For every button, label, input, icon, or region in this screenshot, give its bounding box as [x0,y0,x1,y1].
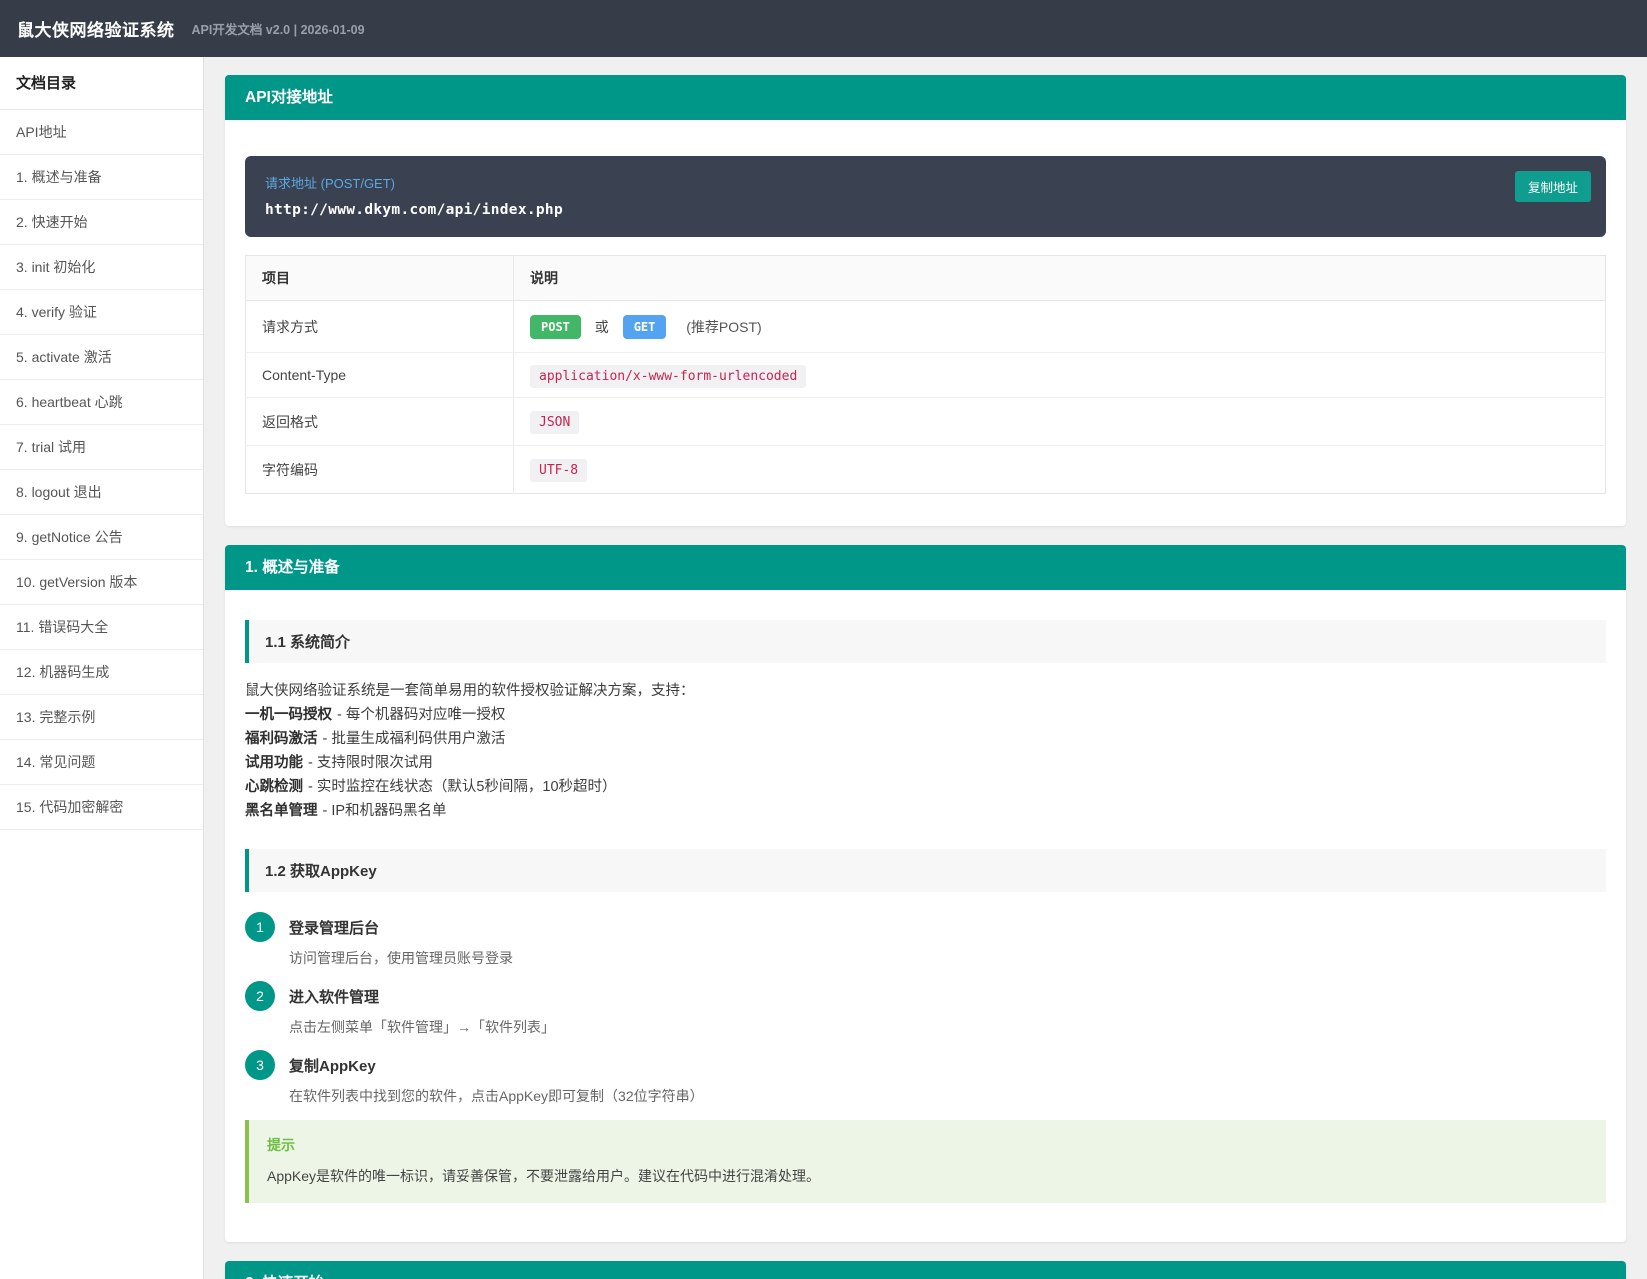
subheading-get-appkey: 1.2 获取AppKey [245,849,1606,892]
main-layout: 文档目录 API地址 1. 概述与准备 2. 快速开始 3. init 初始化 … [0,57,1647,1279]
feature-name: 心跳检测 [245,779,303,795]
api-address-card-title: API对接地址 [225,75,1626,120]
row-label-content-type: Content-Type [246,353,514,398]
quickstart-card: 2. 快速开始 [225,1261,1626,1279]
feature-line: 福利码激活 - 批量生成福利码供用户激活 [245,727,1606,751]
step-description: 在软件列表中找到您的软件，点击AppKey即可复制（32位字符串） [289,1086,704,1106]
sidebar-item-logout[interactable]: 8. logout 退出 [0,470,203,515]
row-value-request-method: POST 或 GET (推荐POST) [514,301,1606,353]
tip-text: AppKey是软件的唯一标识，请妥善保管，不要泄露给用户。建议在代码中进行混淆处… [267,1166,1588,1186]
sidebar-item-getnotice[interactable]: 9. getNotice 公告 [0,515,203,560]
feature-line: 试用功能 - 支持限时限次试用 [245,751,1606,775]
step-title: 复制AppKey [289,1050,704,1076]
row-label-charset: 字符编码 [246,446,514,494]
step-body: 复制AppKey 在软件列表中找到您的软件，点击AppKey即可复制（32位字符… [289,1050,704,1106]
tip-box: 提示 AppKey是软件的唯一标识，请妥善保管，不要泄露给用户。建议在代码中进行… [245,1120,1606,1203]
sidebar-item-getversion[interactable]: 10. getVersion 版本 [0,560,203,605]
content-type-code: application/x-www-form-urlencoded [530,365,806,388]
sidebar-item-quickstart[interactable]: 2. 快速开始 [0,200,203,245]
sidebar-item-heartbeat[interactable]: 6. heartbeat 心跳 [0,380,203,425]
step-copy-appkey: 3 复制AppKey 在软件列表中找到您的软件，点击AppKey即可复制（32位… [245,1050,1606,1106]
sidebar-nav: API地址 1. 概述与准备 2. 快速开始 3. init 初始化 4. ve… [0,110,203,830]
row-value-content-type: application/x-www-form-urlencoded [514,353,1606,398]
sidebar-item-encryption[interactable]: 15. 代码加密解密 [0,785,203,830]
overview-card: 1. 概述与准备 1.1 系统简介 鼠大侠网络验证系统是一套简单易用的软件授权验… [225,545,1626,1242]
sidebar: 文档目录 API地址 1. 概述与准备 2. 快速开始 3. init 初始化 … [0,57,204,1279]
charset-code: UTF-8 [530,459,587,482]
step-number-badge: 1 [245,912,275,942]
sidebar-item-trial[interactable]: 7. trial 试用 [0,425,203,470]
feature-line: 黑名单管理 - IP和机器码黑名单 [245,799,1606,823]
app-title: 鼠大侠网络验证系统 [17,16,175,41]
step-number-badge: 2 [245,981,275,1011]
api-url-text: http://www.dkym.com/api/index.php [265,202,1586,218]
feature-name: 一机一码授权 [245,707,332,723]
page: 鼠大侠网络验证系统 API开发文档 v2.0 | 2026-01-09 文档目录… [0,0,1647,1279]
request-url-label: 请求地址 (POST/GET) [265,173,1586,192]
step-title: 登录管理后台 [289,912,513,938]
feature-desc: - 批量生成福利码供用户激活 [323,731,506,747]
feature-name: 福利码激活 [245,731,318,747]
overview-card-title: 1. 概述与准备 [225,545,1626,590]
row-value-charset: UTF-8 [514,446,1606,494]
sidebar-item-activate[interactable]: 5. activate 激活 [0,335,203,380]
table-row: 返回格式 JSON [246,398,1606,446]
return-format-code: JSON [530,411,579,434]
step-body: 进入软件管理 点击左侧菜单「软件管理」→「软件列表」 [289,981,555,1037]
step-description: 点击左侧菜单「软件管理」→「软件列表」 [289,1017,555,1037]
sidebar-item-api-address[interactable]: API地址 [0,110,203,155]
sidebar-title: 文档目录 [0,57,203,110]
sidebar-item-faq[interactable]: 14. 常见问题 [0,740,203,785]
top-header-bar: 鼠大侠网络验证系统 API开发文档 v2.0 | 2026-01-09 [0,0,1647,57]
step-number-badge: 3 [245,1050,275,1080]
tip-title: 提示 [267,1135,1588,1155]
api-url-codeblock: 请求地址 (POST/GET) http://www.dkym.com/api/… [245,156,1606,237]
api-address-card-body: 请求地址 (POST/GET) http://www.dkym.com/api/… [225,120,1626,526]
step-body: 登录管理后台 访问管理后台，使用管理员账号登录 [289,912,513,968]
step-enter-software-management: 2 进入软件管理 点击左侧菜单「软件管理」→「软件列表」 [245,981,1606,1037]
table-header-row: 项目 说明 [246,256,1606,301]
step-login-admin: 1 登录管理后台 访问管理后台，使用管理员账号登录 [245,912,1606,968]
step-description: 访问管理后台，使用管理员账号登录 [289,948,513,968]
post-method-badge: POST [530,315,581,339]
feature-name: 黑名单管理 [245,803,318,819]
feature-desc: - IP和机器码黑名单 [323,803,447,819]
overview-card-body: 1.1 系统简介 鼠大侠网络验证系统是一套简单易用的软件授权验证解决方案，支持：… [225,620,1626,1242]
row-label-return-format: 返回格式 [246,398,514,446]
api-info-table: 项目 说明 请求方式 POST 或 GET ( [245,255,1606,494]
column-header-description: 说明 [514,256,1606,301]
sidebar-item-overview[interactable]: 1. 概述与准备 [0,155,203,200]
content-area: API对接地址 请求地址 (POST/GET) http://www.dkym.… [204,57,1647,1279]
feature-desc: - 每个机器码对应唯一授权 [337,707,505,723]
table-row: 请求方式 POST 或 GET (推荐POST) [246,301,1606,353]
sidebar-item-verify[interactable]: 4. verify 验证 [0,290,203,335]
sidebar-item-error-codes[interactable]: 11. 错误码大全 [0,605,203,650]
appkey-steps: 1 登录管理后台 访问管理后台，使用管理员账号登录 2 进入软件管理 点击左侧菜… [245,912,1606,1106]
or-text: 或 [595,319,609,335]
column-header-item: 项目 [246,256,514,301]
table-row: 字符编码 UTF-8 [246,446,1606,494]
sidebar-item-init[interactable]: 3. init 初始化 [0,245,203,290]
row-value-return-format: JSON [514,398,1606,446]
step-title: 进入软件管理 [289,981,555,1007]
sidebar-item-machine-code[interactable]: 12. 机器码生成 [0,650,203,695]
copy-address-button[interactable]: 复制地址 [1515,171,1591,202]
sidebar-item-full-example[interactable]: 13. 完整示例 [0,695,203,740]
api-address-card: API对接地址 请求地址 (POST/GET) http://www.dkym.… [225,75,1626,526]
table-row: Content-Type application/x-www-form-urle… [246,353,1606,398]
feature-desc: - 支持限时限次试用 [308,755,433,771]
intro-line: 鼠大侠网络验证系统是一套简单易用的软件授权验证解决方案，支持： [245,679,1606,703]
quickstart-card-title: 2. 快速开始 [225,1261,1626,1279]
subheading-system-intro: 1.1 系统简介 [245,620,1606,663]
feature-desc: - 实时监控在线状态（默认5秒间隔，10秒超时） [308,779,617,795]
recommended-note: (推荐POST) [686,319,761,335]
feature-name: 试用功能 [245,755,303,771]
row-label-request-method: 请求方式 [246,301,514,353]
get-method-badge: GET [623,315,667,339]
feature-line: 一机一码授权 - 每个机器码对应唯一授权 [245,703,1606,727]
feature-line: 心跳检测 - 实时监控在线状态（默认5秒间隔，10秒超时） [245,775,1606,799]
system-intro-text: 鼠大侠网络验证系统是一套简单易用的软件授权验证解决方案，支持： 一机一码授权 - … [245,679,1606,823]
app-subtitle: API开发文档 v2.0 | 2026-01-09 [192,19,365,38]
